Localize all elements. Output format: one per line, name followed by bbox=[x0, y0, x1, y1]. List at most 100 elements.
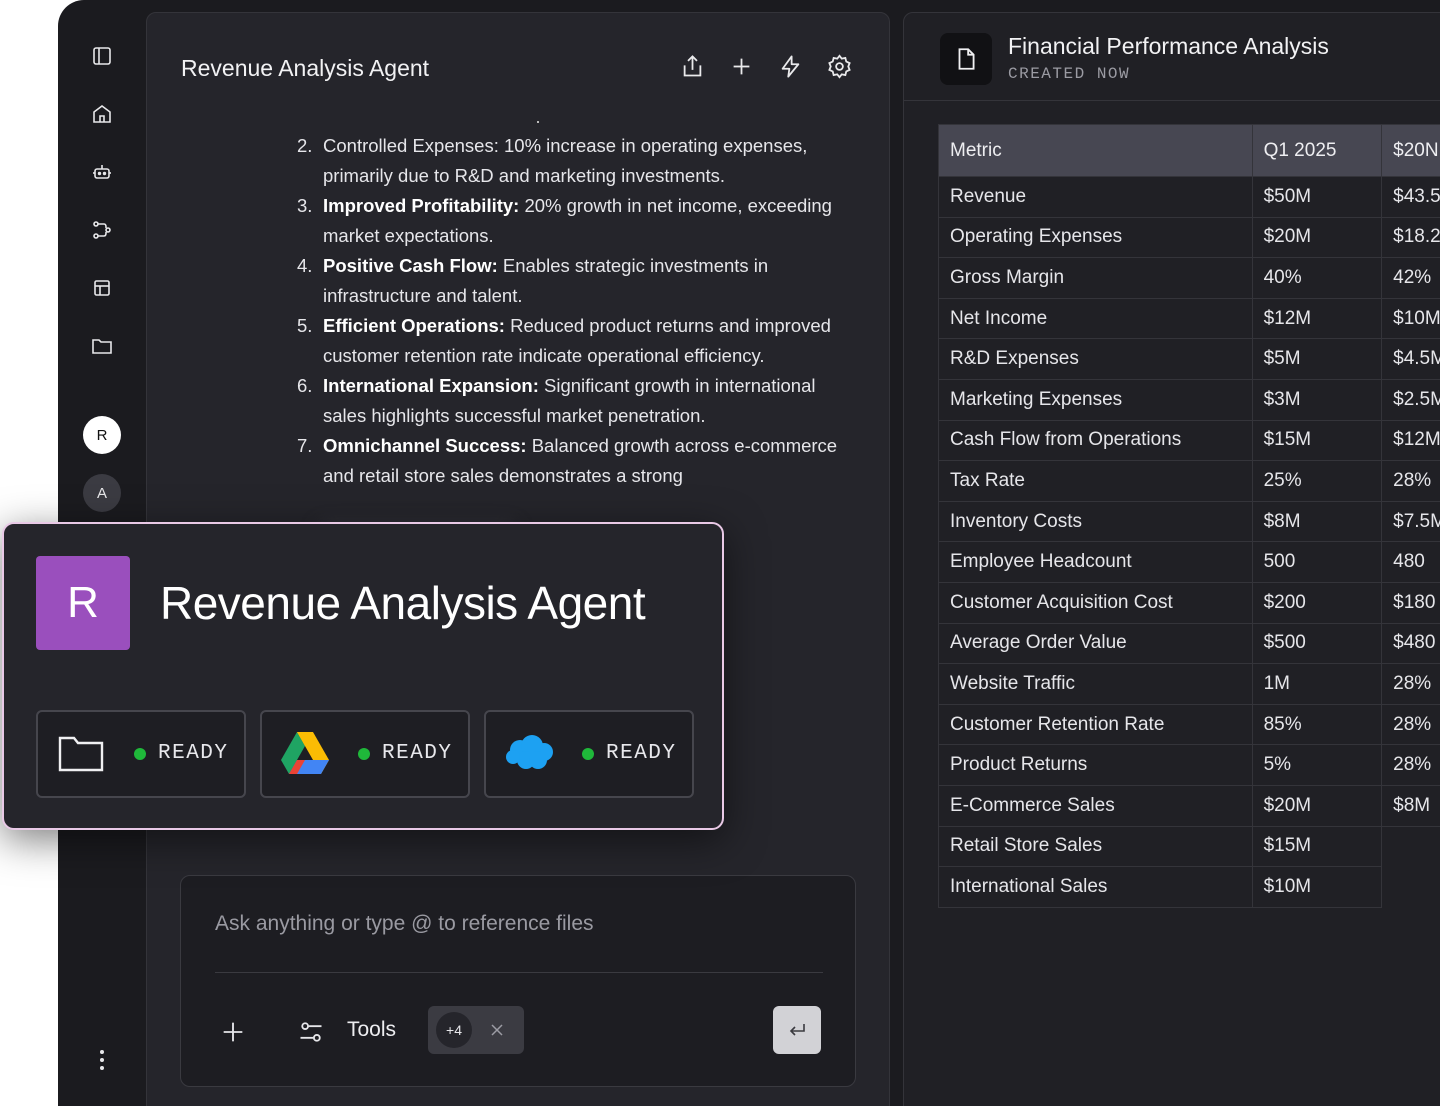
table-cell[interactable]: 28% bbox=[1381, 744, 1440, 786]
tools-icon[interactable] bbox=[297, 1018, 325, 1046]
document-subtitle: CREATED NOW bbox=[1008, 65, 1131, 83]
message-input[interactable] bbox=[215, 912, 823, 936]
list-item: 7. Omnichannel Success: Balanced growth a… bbox=[297, 431, 857, 491]
status-badge: READY bbox=[382, 742, 453, 765]
table-cell[interactable]: Employee Headcount bbox=[938, 541, 1253, 583]
table-cell[interactable]: 28% bbox=[1381, 663, 1440, 705]
table-cell[interactable]: 480 bbox=[1381, 541, 1440, 583]
table-cell[interactable]: Tax Rate bbox=[938, 460, 1253, 502]
table-cell[interactable]: $50M bbox=[1251, 176, 1383, 218]
column-header[interactable]: $20N bbox=[1381, 124, 1440, 177]
workflow-icon[interactable] bbox=[90, 218, 114, 242]
table-cell[interactable]: Customer Retention Rate bbox=[938, 703, 1253, 746]
avatar[interactable]: A bbox=[83, 474, 121, 512]
table-cell[interactable]: $200 bbox=[1251, 581, 1383, 624]
settings-icon[interactable] bbox=[826, 53, 853, 80]
integration-card-google-drive[interactable]: READY bbox=[260, 710, 470, 798]
selected-tools-chip[interactable]: +4 bbox=[428, 1006, 524, 1054]
list-number: 7. bbox=[297, 435, 313, 456]
table-cell[interactable]: 500 bbox=[1251, 541, 1383, 583]
add-attachment-icon[interactable] bbox=[219, 1018, 247, 1046]
list-item: 3. Improved Profitability: 20% growth in … bbox=[297, 191, 857, 251]
table-row: Average Order Value $500 $480 bbox=[938, 622, 1440, 665]
table-cell[interactable]: Revenue bbox=[938, 176, 1253, 218]
table-row: Inventory Costs$8M$7.5M bbox=[938, 500, 1440, 543]
table-cell[interactable]: $12M bbox=[1251, 297, 1383, 340]
table-cell[interactable]: Customer Acquisition Cost bbox=[938, 581, 1253, 624]
table-cell[interactable]: Retail Store Sales bbox=[938, 825, 1253, 868]
scroll-marker bbox=[537, 121, 539, 123]
table-cell[interactable]: Average Order Value bbox=[938, 622, 1253, 665]
financial-table: Metric Q1 2025 $20N Revenue $50M $43.5 Operat… bbox=[938, 124, 1440, 908]
table-cell[interactable]: $12M bbox=[1381, 419, 1440, 462]
table-cell[interactable]: $8M bbox=[1381, 784, 1440, 827]
table-cell[interactable]: $18.2 bbox=[1381, 216, 1440, 259]
table-cell[interactable]: $4.5M bbox=[1381, 338, 1440, 380]
table-header-row: Metric Q1 2025 $20N bbox=[938, 124, 1440, 177]
table-cell[interactable]: $500 bbox=[1251, 622, 1383, 665]
table-cell[interactable]: $5M bbox=[1251, 338, 1383, 380]
table-row: Net Income $12M $10M bbox=[938, 297, 1440, 340]
home-icon[interactable] bbox=[90, 102, 114, 126]
table-cell[interactable]: 85% bbox=[1251, 703, 1383, 746]
avatar[interactable]: R bbox=[83, 416, 121, 454]
list-item-text: Controlled Expenses: 10% increase in ope… bbox=[323, 135, 808, 186]
table-cell[interactable]: 40% bbox=[1251, 257, 1383, 299]
table-cell[interactable]: $10M bbox=[1251, 866, 1383, 908]
table-cell[interactable]: Gross Margin bbox=[938, 257, 1253, 299]
share-icon[interactable] bbox=[679, 53, 706, 80]
table-cell[interactable] bbox=[1381, 826, 1440, 867]
column-header[interactable]: Q1 2025 bbox=[1251, 124, 1383, 177]
column-header[interactable]: Metric bbox=[938, 124, 1253, 177]
table-cell[interactable]: $20M bbox=[1251, 216, 1383, 259]
document-icon bbox=[940, 33, 992, 85]
table-row: Customer Acquisition Cost $200 $180 bbox=[938, 581, 1440, 624]
close-icon[interactable] bbox=[488, 1021, 506, 1039]
table-cell[interactable]: Cash Flow from Operations bbox=[938, 419, 1253, 462]
table-cell[interactable]: Inventory Costs bbox=[938, 500, 1253, 543]
table-cell[interactable]: 28% bbox=[1381, 460, 1440, 502]
table-cell[interactable]: $20M bbox=[1251, 784, 1383, 827]
table-cell[interactable]: 25% bbox=[1251, 460, 1383, 502]
table-cell[interactable]: Website Traffic bbox=[938, 663, 1253, 705]
table-cell[interactable]: $3M bbox=[1251, 378, 1383, 421]
table-cell[interactable]: 1M bbox=[1251, 663, 1383, 705]
table-cell[interactable]: $15M bbox=[1251, 825, 1383, 868]
table-cell[interactable]: $15M bbox=[1251, 419, 1383, 462]
table-cell[interactable]: $2.5M bbox=[1381, 378, 1440, 421]
folder-icon[interactable] bbox=[90, 334, 114, 358]
table-cell[interactable]: International Sales bbox=[938, 866, 1253, 908]
table-cell[interactable]: $10M bbox=[1381, 297, 1440, 340]
send-button[interactable] bbox=[773, 1006, 821, 1054]
table-row: Employee Headcount 500 480 bbox=[938, 541, 1440, 583]
table-cell[interactable] bbox=[1381, 866, 1440, 908]
chat-actions bbox=[679, 53, 853, 80]
table-cell[interactable]: Net Income bbox=[938, 297, 1253, 340]
table-cell[interactable]: 5% bbox=[1251, 744, 1383, 786]
table-cell[interactable]: $480 bbox=[1381, 622, 1440, 665]
table-cell[interactable]: $43.5 bbox=[1381, 176, 1440, 218]
integration-card-salesforce[interactable]: READY bbox=[484, 710, 694, 798]
table-cell[interactable]: Operating Expenses bbox=[938, 216, 1253, 259]
document-panel: Financial Performance Analysis CREATED N… bbox=[903, 12, 1440, 1106]
table-cell[interactable]: Product Returns bbox=[938, 744, 1253, 786]
plus-icon[interactable] bbox=[728, 53, 755, 80]
table-cell[interactable]: 42% bbox=[1381, 257, 1440, 299]
table-cell[interactable]: 28% bbox=[1381, 703, 1440, 746]
sidebar-toggle-icon[interactable] bbox=[90, 44, 114, 68]
table-cell[interactable]: $180 bbox=[1381, 581, 1440, 624]
table-cell[interactable]: $7.5M bbox=[1381, 500, 1440, 543]
robot-icon[interactable] bbox=[90, 160, 114, 184]
table-cell[interactable]: E-Commerce Sales bbox=[938, 784, 1253, 827]
table-row: Operating Expenses $20M $18.2 bbox=[938, 216, 1440, 259]
lightning-icon[interactable] bbox=[777, 53, 804, 80]
list-number: 5. bbox=[297, 315, 313, 336]
table-cell[interactable]: Marketing Expenses bbox=[938, 378, 1253, 421]
table-cell[interactable]: R&D Expenses bbox=[938, 338, 1253, 380]
table-icon[interactable] bbox=[90, 276, 114, 300]
more-options-icon[interactable] bbox=[99, 1050, 105, 1072]
integration-card-folder[interactable]: READY bbox=[36, 710, 246, 798]
table-cell[interactable]: $8M bbox=[1251, 500, 1383, 543]
tools-button[interactable]: Tools bbox=[347, 1018, 396, 1042]
enter-icon bbox=[789, 1024, 805, 1036]
